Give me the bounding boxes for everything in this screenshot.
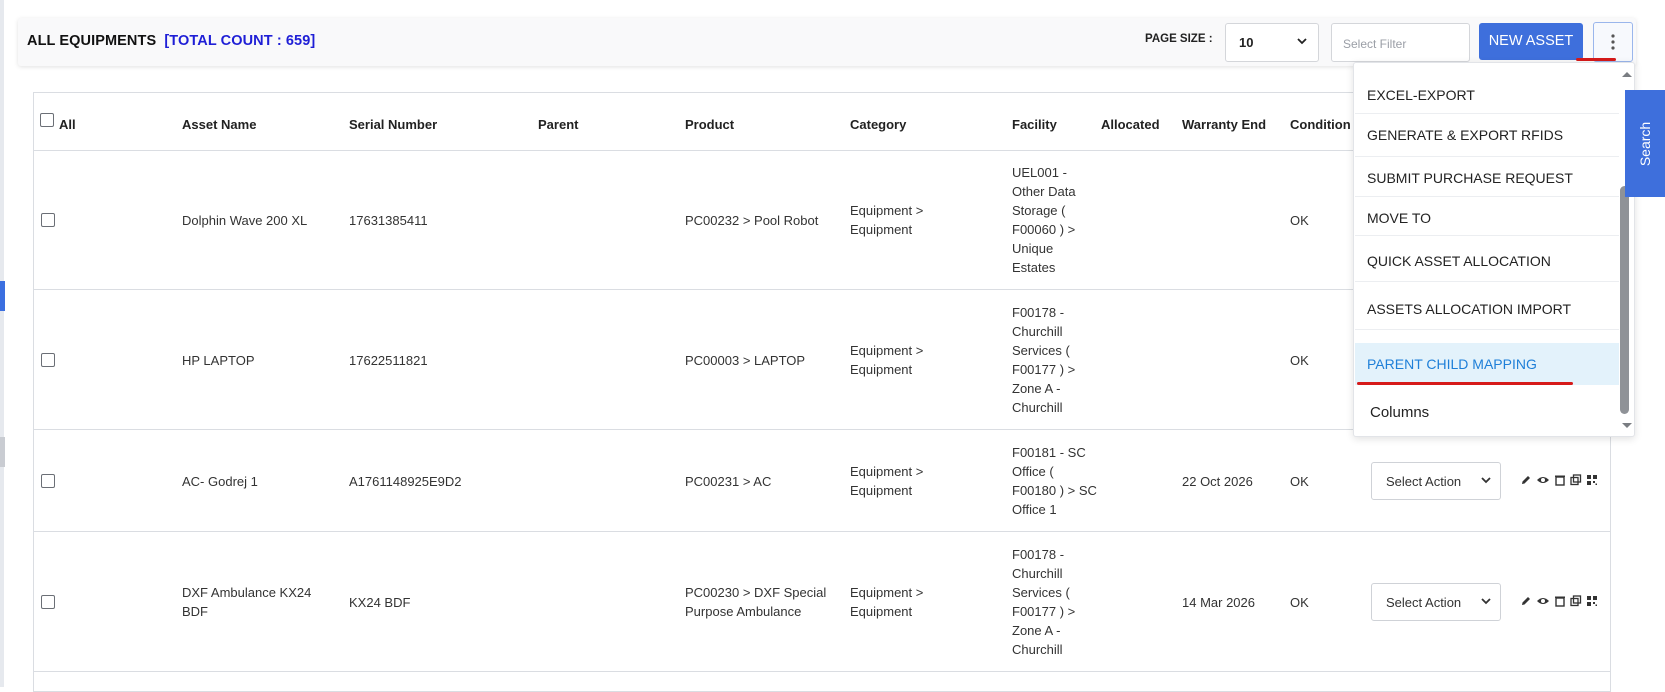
menu-item-generate-export-rfids[interactable]: GENERATE & EXPORT RFIDS [1355,120,1619,150]
qr-code-icon[interactable] [1586,595,1598,607]
page-size-select[interactable]: 10 [1225,23,1319,62]
menu-item-quick-asset-allocation[interactable]: QUICK ASSET ALLOCATION [1355,246,1619,276]
row-checkbox[interactable] [41,353,55,367]
cell-category: Equipment > Equipment [850,343,924,377]
row-checkbox[interactable] [41,213,55,227]
search-side-tab-label: Search [1637,121,1653,166]
more-options-button[interactable] [1593,22,1633,62]
row-icons [1520,474,1598,486]
page-size-label: PAGE SIZE : [1145,33,1213,45]
menu-item-excel-export[interactable]: EXCEL-EXPORT [1355,80,1619,110]
row-checkbox[interactable] [41,474,55,488]
header-allocated[interactable]: Allocated [1101,117,1160,132]
cell-category: Equipment > Equipment [850,203,924,237]
header-product[interactable]: Product [685,117,734,132]
cell-facility: F00181 - SC Office ( F00180 ) > SC Offic… [1012,445,1097,517]
cell-asset-name[interactable]: HP LAPTOP [182,351,332,370]
chevron-down-icon [1297,38,1307,45]
left-edge-strip [0,0,4,687]
menu-item-move-to[interactable]: MOVE TO [1355,203,1619,233]
edit-icon[interactable] [1520,595,1532,607]
cell-category: Equipment > Equipment [850,585,924,619]
menu-divider [1355,329,1619,330]
copy-icon[interactable] [1570,474,1582,486]
menu-divider [1355,196,1619,197]
header-category[interactable]: Category [850,117,906,132]
menu-divider [1355,281,1619,282]
menu-scroll-thumb[interactable] [1620,186,1629,414]
delete-icon[interactable] [1554,595,1566,607]
more-options-menu: EXCEL-EXPORT GENERATE & EXPORT RFIDS SUB… [1353,62,1635,437]
cell-asset-name[interactable]: DXF Ambulance KX24 BDF [182,583,332,621]
annotation-underline [1357,382,1573,385]
edit-icon[interactable] [1520,474,1532,486]
new-asset-button[interactable]: NEW ASSET [1479,23,1583,60]
row-icons [1520,595,1598,607]
page-header: ALL EQUIPMENTS [TOTAL COUNT : 659] PAGE … [18,18,1636,66]
header-all: All [59,117,76,132]
menu-item-submit-purchase-request[interactable]: SUBMIT PURCHASE REQUEST [1355,163,1619,193]
left-edge-marker [0,437,5,467]
cell-serial-number: KX24 BDF [349,595,411,610]
filter-select[interactable]: Select Filter [1331,23,1470,62]
delete-icon[interactable] [1554,474,1566,486]
kebab-menu-icon [1611,34,1615,50]
left-edge-marker [0,281,5,311]
header-asset-name[interactable]: Asset Name [182,117,256,132]
page-size-value: 10 [1239,35,1254,50]
header-parent[interactable]: Parent [538,117,578,132]
cell-product: PC00230 > DXF Special Purpose Ambulance [685,585,827,619]
row-action-select[interactable]: Select Action [1371,462,1501,500]
annotation-underline [1576,58,1616,61]
cell-category: Equipment > Equipment [850,464,924,498]
qr-code-icon[interactable] [1586,474,1598,486]
scroll-down-icon[interactable] [1621,422,1633,430]
row-action-select[interactable]: Select Action [1371,583,1501,621]
cell-product: PC00003 > LAPTOP [685,353,806,368]
menu-divider [1355,113,1619,114]
view-icon[interactable] [1536,474,1550,486]
cell-serial-number: 17631385411 [349,213,428,228]
cell-facility: F00178 - Churchill Services ( F00177 ) >… [1012,547,1076,657]
menu-divider [1355,156,1619,157]
menu-item-columns[interactable]: Columns [1355,398,1619,428]
cell-serial-number: 17622511821 [349,353,428,368]
view-icon[interactable] [1536,595,1550,607]
page-title-text: ALL EQUIPMENTS [27,33,157,49]
menu-item-assets-allocation-import[interactable]: ASSETS ALLOCATION IMPORT [1355,294,1619,324]
select-all-checkbox[interactable] [40,113,54,127]
cell-condition: OK [1290,353,1309,368]
scroll-up-icon[interactable] [1621,70,1633,78]
cell-product: PC00232 > Pool Robot [685,213,819,228]
row-divider [34,531,1610,532]
menu-item-parent-child-mapping[interactable]: PARENT CHILD MAPPING [1355,343,1619,385]
cell-product: PC00231 > AC [685,474,772,489]
cell-facility: F00178 - Churchill Services ( F00177 ) >… [1012,305,1076,415]
row-action-label: Select Action [1386,474,1462,489]
cell-condition: OK [1290,213,1309,228]
cell-warranty-end: 22 Oct 2026 [1182,474,1253,489]
header-warranty-end[interactable]: Warranty End [1182,117,1266,132]
cell-serial-number: A1761148925E9D2 [349,474,462,489]
cell-condition: OK [1290,474,1309,489]
row-action-label: Select Action [1386,595,1462,610]
menu-divider [1355,235,1619,236]
header-facility[interactable]: Facility [1012,117,1057,132]
row-checkbox[interactable] [41,595,55,609]
cell-asset-name[interactable]: AC- Godrej 1 [182,472,332,491]
copy-icon[interactable] [1570,595,1582,607]
row-divider [34,671,1610,672]
search-side-tab[interactable]: Search [1625,90,1665,197]
cell-asset-name[interactable]: Dolphin Wave 200 XL [182,211,332,230]
chevron-down-icon [1481,477,1491,484]
header-serial-number[interactable]: Serial Number [349,117,437,132]
cell-condition: OK [1290,595,1309,610]
page-title: ALL EQUIPMENTS [TOTAL COUNT : 659] [27,33,315,49]
cell-warranty-end: 14 Mar 2026 [1182,595,1255,610]
cell-facility: UEL001 - Other Data Storage ( F00060 ) >… [1012,165,1076,275]
chevron-down-icon [1481,598,1491,605]
header-condition[interactable]: Condition [1290,117,1351,132]
total-count: [TOTAL COUNT : 659] [164,33,316,49]
